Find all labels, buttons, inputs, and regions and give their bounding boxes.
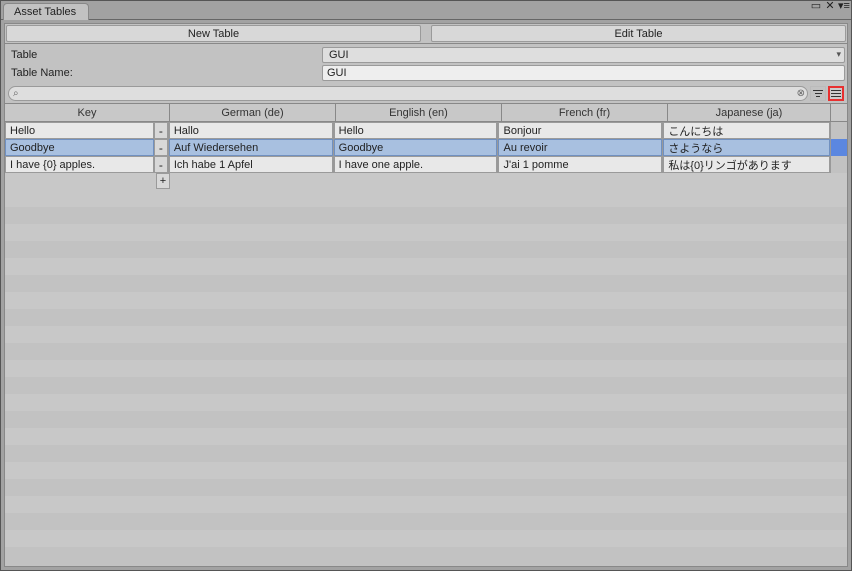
table-row: Goodbye- Auf Wiedersehen Goodbye Au revo… [5, 139, 847, 156]
table-name-input[interactable]: GUI [322, 65, 845, 81]
window-lock-icon[interactable]: ▭ [810, 0, 822, 10]
column-header-en[interactable]: English (en) [336, 104, 502, 121]
key-cell[interactable]: Goodbye [5, 139, 154, 156]
column-header-key[interactable]: Key [5, 104, 170, 121]
ja-cell[interactable]: 私は{0}リンゴがあります [663, 156, 830, 173]
de-cell[interactable]: Ich habe 1 Apfel [169, 156, 333, 173]
ja-cell[interactable]: さようなら [663, 139, 830, 156]
remove-row-button[interactable]: - [154, 156, 168, 173]
fr-cell[interactable]: J'ai 1 pomme [498, 156, 662, 173]
key-cell[interactable]: Hello [5, 122, 154, 139]
window-menu-icon[interactable]: ▾≡ [838, 0, 850, 10]
column-header-ja[interactable]: Japanese (ja) [668, 104, 831, 121]
de-cell[interactable]: Auf Wiedersehen [169, 139, 333, 156]
search-icon: ⌕ [13, 88, 19, 99]
remove-row-button[interactable]: - [154, 122, 168, 139]
table-dropdown[interactable]: GUI [322, 47, 845, 63]
en-cell[interactable]: I have one apple. [334, 156, 498, 173]
add-row-button[interactable]: + [156, 173, 170, 189]
search-input[interactable]: ⌕ ⊗ [8, 86, 808, 101]
menu-button[interactable] [828, 86, 844, 101]
table-label: Table [7, 49, 322, 61]
new-table-tab[interactable]: New Table [6, 25, 421, 42]
table-row: I have {0} apples.- Ich habe 1 Apfel I h… [5, 156, 847, 173]
fr-cell[interactable]: Au revoir [498, 139, 662, 156]
key-cell[interactable]: I have {0} apples. [5, 156, 154, 173]
row-selection-indicator [831, 139, 847, 156]
ja-cell[interactable]: こんにちは [663, 122, 830, 139]
en-cell[interactable]: Goodbye [334, 139, 498, 156]
filter-button[interactable] [810, 86, 826, 101]
window-title: Asset Tables [14, 6, 76, 18]
window-close-icon[interactable]: ✕ [824, 0, 836, 10]
edit-table-tab[interactable]: Edit Table [431, 25, 846, 42]
remove-row-button[interactable]: - [154, 139, 168, 156]
column-header-fr[interactable]: French (fr) [502, 104, 668, 121]
localization-table: Key German (de) English (en) French (fr)… [5, 103, 847, 559]
table-row: Hello- Hallo Hello Bonjour こんにちは [5, 122, 847, 139]
mode-tabs: New Table Edit Table [5, 24, 847, 44]
title-bar: Asset Tables [1, 1, 851, 20]
de-cell[interactable]: Hallo [169, 122, 333, 139]
en-cell[interactable]: Hello [334, 122, 498, 139]
column-header-de[interactable]: German (de) [170, 104, 336, 121]
window-tab[interactable]: Asset Tables [3, 3, 89, 20]
add-row: + [5, 173, 847, 190]
fr-cell[interactable]: Bonjour [498, 122, 662, 139]
clear-search-icon[interactable]: ⊗ [797, 88, 805, 99]
table-name-label: Table Name: [7, 67, 322, 79]
